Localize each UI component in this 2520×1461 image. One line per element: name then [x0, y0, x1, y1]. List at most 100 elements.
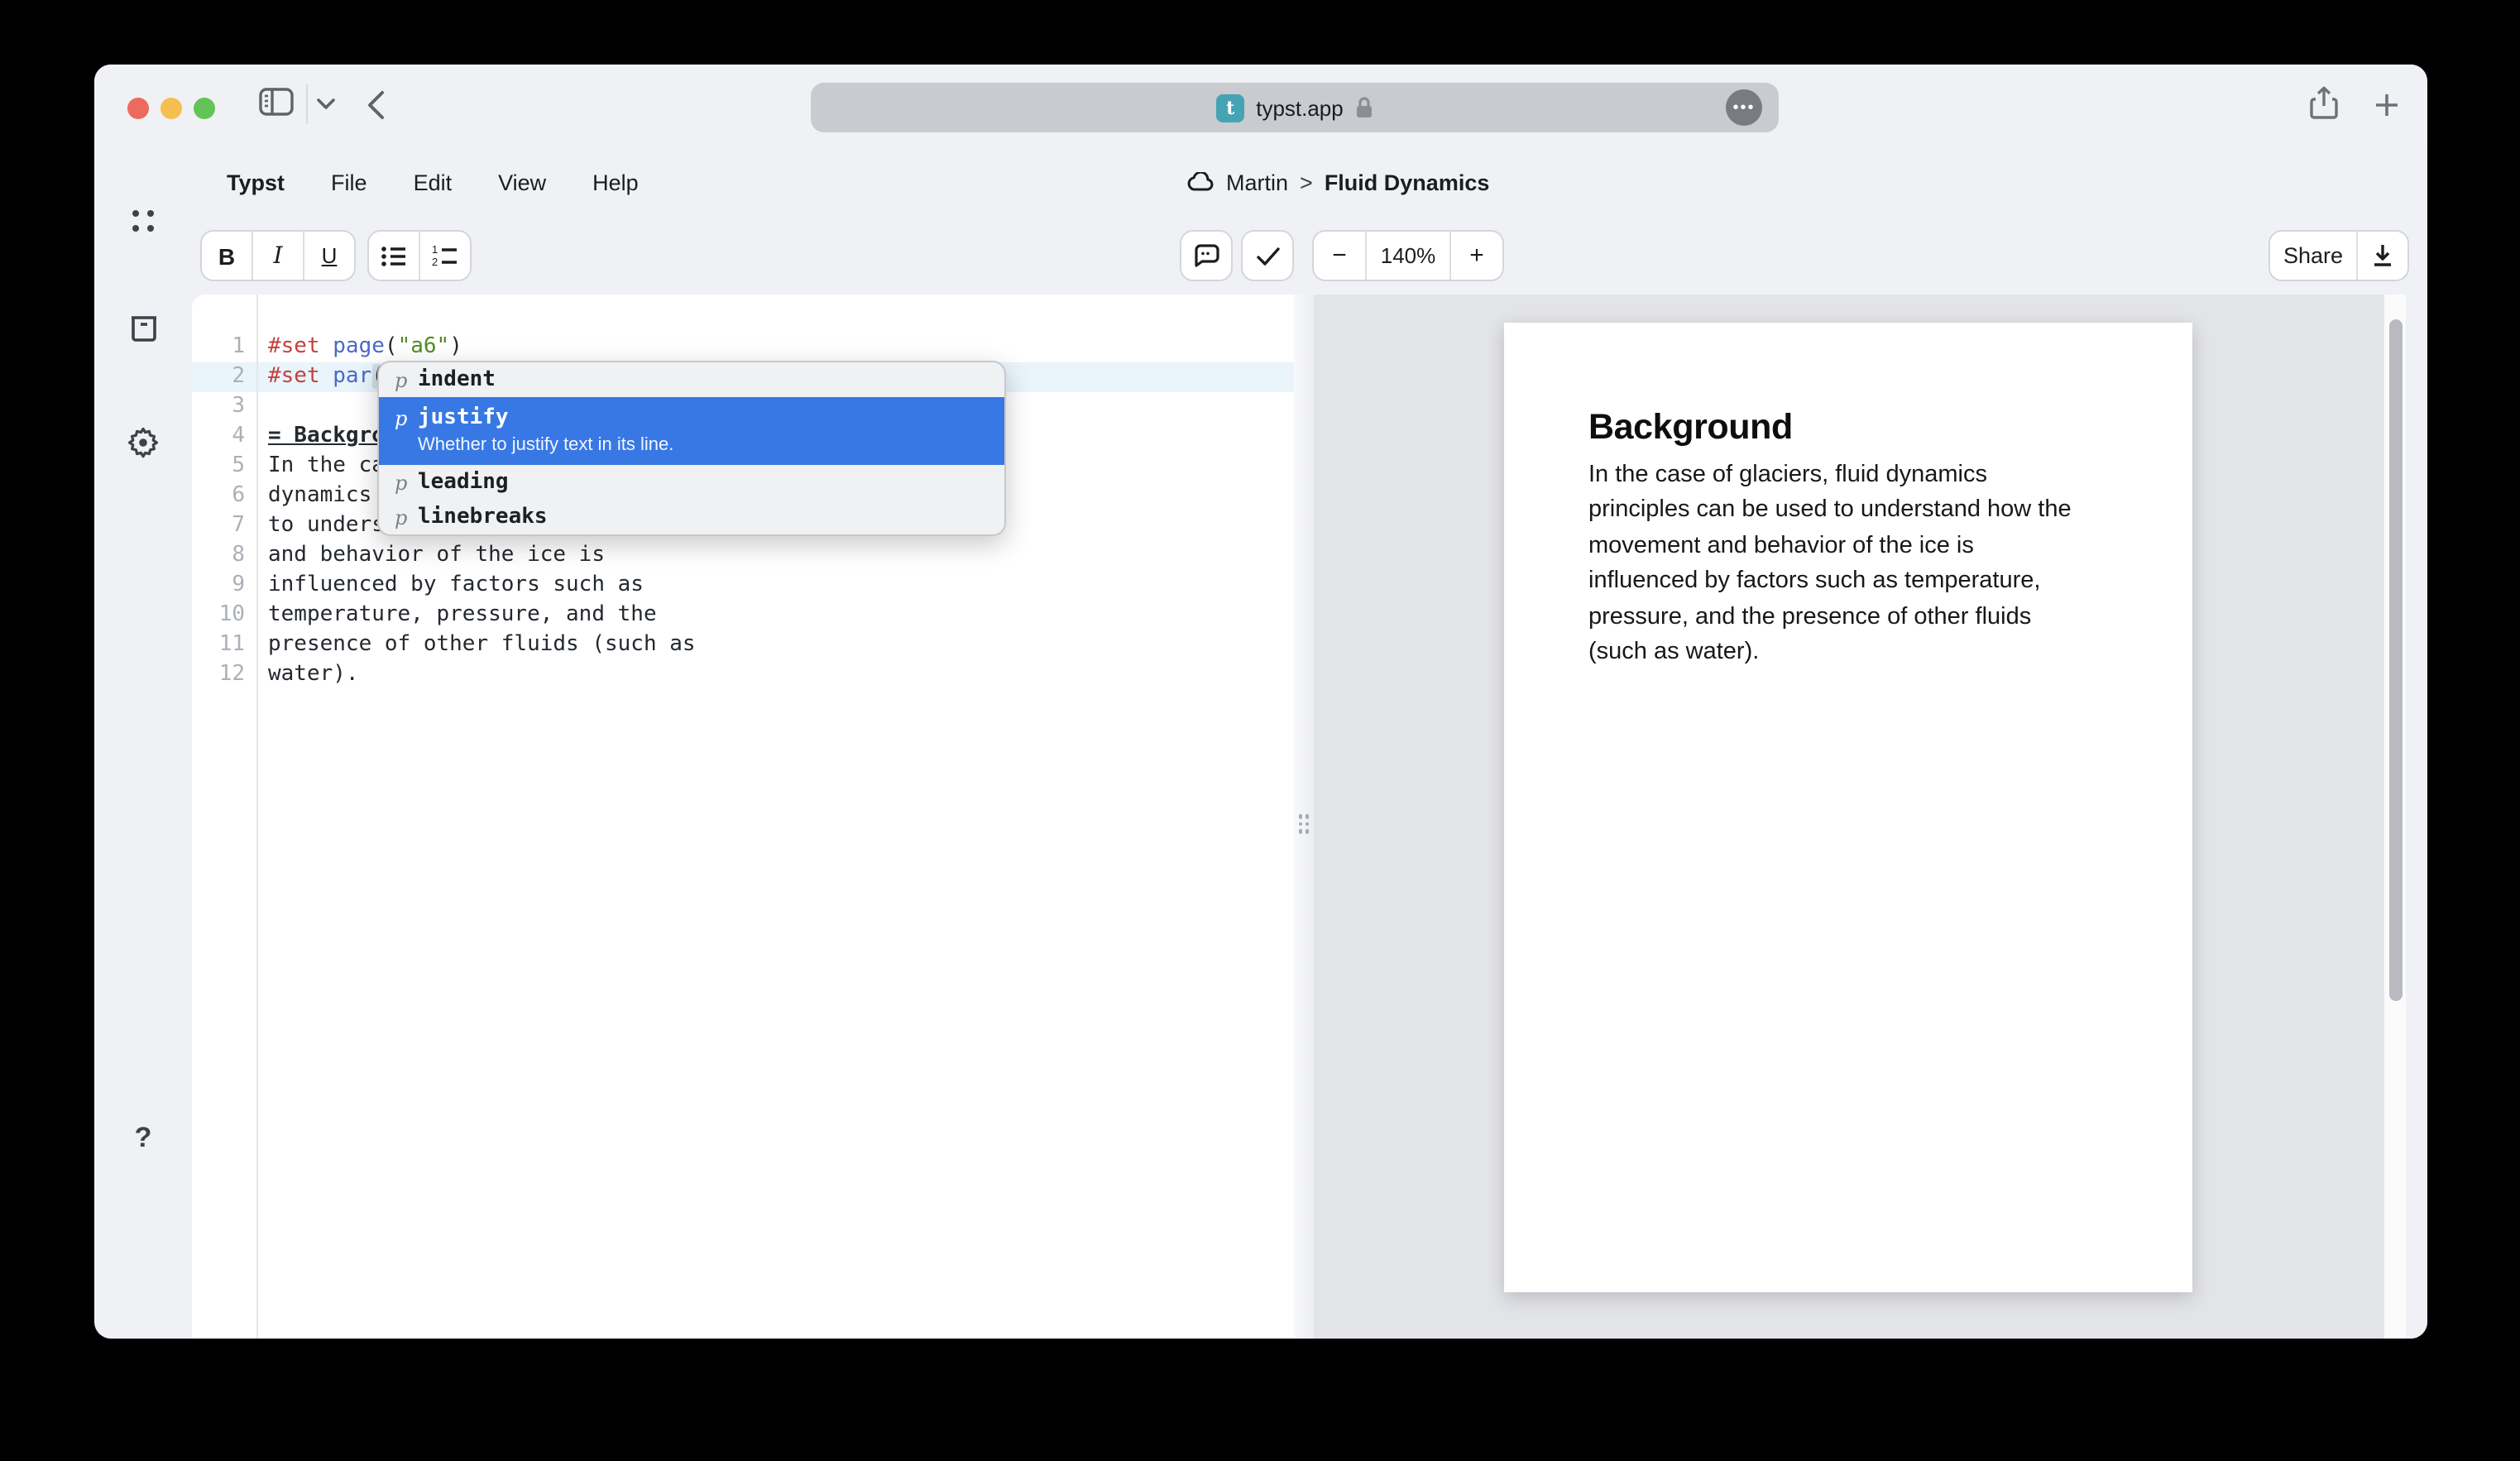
breadcrumb-document-title[interactable]: Fluid Dynamics: [1325, 170, 1490, 194]
format-button-group: B I U: [200, 230, 356, 281]
line-number: 8: [192, 541, 245, 571]
svg-text:1: 1: [432, 244, 438, 255]
settings-gear-icon[interactable]: [94, 427, 192, 458]
paragraph-line: (such as water).: [1588, 636, 2143, 672]
zoom-in-button[interactable]: +: [1451, 232, 1502, 280]
autocomplete-dropdown: pindentpjustifyWhether to justify text i…: [376, 360, 1005, 535]
lock-icon: [1355, 96, 1373, 119]
back-icon[interactable]: [366, 89, 386, 121]
code-segment: [320, 364, 333, 389]
preview-scrollbar-thumb[interactable]: [2388, 319, 2402, 1001]
titlebar-divider: [306, 84, 308, 124]
preview-scrollbar-track[interactable]: [2384, 295, 2406, 1339]
numbered-list-button[interactable]: 12: [420, 232, 470, 280]
download-icon: [2371, 243, 2394, 268]
share-button[interactable]: Share: [2270, 232, 2358, 280]
check-button-group: [1241, 230, 1294, 281]
comment-button-group: [1180, 230, 1233, 281]
zoom-out-button[interactable]: −: [1314, 232, 1367, 280]
bold-button[interactable]: B: [202, 232, 253, 280]
line-number: 12: [192, 660, 245, 690]
browser-window: t typst.app ••• Typst File Edit: [94, 65, 2427, 1339]
code-line[interactable]: #set page("a6"): [268, 333, 696, 362]
close-window-button[interactable]: [127, 97, 149, 118]
code-line[interactable]: influenced by factors such as: [268, 571, 696, 601]
list-button-group: 12: [367, 230, 472, 281]
sidebar-toggle-icon[interactable]: [258, 86, 295, 117]
paragraph-line: influenced by factors such as temperatur…: [1588, 565, 2143, 601]
line-number: 5: [192, 452, 245, 481]
parameter-icon: p: [395, 471, 418, 494]
autocomplete-item-linebreaks[interactable]: plinebreaks: [378, 499, 1004, 534]
line-number: 6: [192, 481, 245, 511]
left-sidebar: ? typst: [94, 295, 192, 1339]
code-segment: page: [333, 334, 385, 359]
code-segment: "a6": [398, 334, 450, 359]
code-segment: #set: [268, 364, 320, 389]
cloud-icon: [1186, 172, 1214, 192]
comment-button[interactable]: [1181, 232, 1231, 280]
address-bar[interactable]: t typst.app •••: [811, 83, 1779, 132]
breadcrumb-account[interactable]: Martin: [1226, 170, 1288, 194]
pane-divider[interactable]: [1293, 295, 1314, 1339]
code-segment: and behavior of the ice is: [268, 543, 605, 568]
code-line[interactable]: water).: [268, 660, 696, 690]
svg-text:2: 2: [432, 255, 438, 267]
autocomplete-item-indent[interactable]: pindent: [378, 362, 1004, 396]
code-line[interactable]: presence of other fluids (such as: [268, 630, 696, 660]
download-button[interactable]: [2358, 232, 2407, 280]
menu-edit[interactable]: Edit: [414, 170, 453, 194]
checkmark-icon: [1255, 246, 1280, 266]
paragraph-line: movement and behavior of the ice is: [1588, 529, 2143, 564]
underline-button[interactable]: U: [304, 232, 354, 280]
menu-view[interactable]: View: [498, 170, 546, 194]
dots-grid-icon[interactable]: [94, 207, 192, 235]
comment-icon: [1193, 243, 1219, 268]
line-number: 11: [192, 630, 245, 660]
drag-handle-icon[interactable]: [1297, 812, 1310, 836]
autocomplete-item-justify[interactable]: pjustify Whether to justify text in its l…: [378, 396, 1004, 464]
parameter-icon: p: [395, 406, 418, 429]
bullet-list-button[interactable]: [369, 232, 420, 280]
code-segment: presence of other fluids (such as: [268, 632, 696, 657]
menu-file[interactable]: File: [331, 170, 367, 194]
right-edge-strip: [2406, 295, 2427, 1339]
line-number: 2: [192, 362, 245, 392]
code-segment: (: [385, 334, 398, 359]
minimize-window-button[interactable]: [160, 97, 182, 118]
code-segment: par: [333, 364, 371, 389]
breadcrumb: Martin > Fluid Dynamics: [1186, 144, 1489, 220]
document-page: Background In the case of glaciers, flui…: [1504, 322, 2192, 1292]
zoom-window-button[interactable]: [194, 97, 215, 118]
zoom-level-value: 140%: [1367, 232, 1451, 280]
share-page-icon[interactable]: [2310, 86, 2338, 121]
line-number: 4: [192, 422, 245, 452]
new-tab-icon[interactable]: [2374, 93, 2399, 117]
italic-button[interactable]: I: [253, 232, 304, 280]
code-line[interactable]: and behavior of the ice is: [268, 541, 696, 571]
typst-favicon: t: [1216, 93, 1244, 122]
code-line[interactable]: temperature, pressure, and the: [268, 601, 696, 630]
help-icon[interactable]: ?: [94, 1122, 192, 1155]
parameter-icon: p: [395, 505, 418, 529]
line-number: 9: [192, 571, 245, 601]
numbered-list-icon: 12: [432, 244, 458, 267]
parameter-icon: p: [395, 368, 418, 391]
url-text: typst.app: [1256, 95, 1344, 120]
check-button[interactable]: [1243, 232, 1292, 280]
page-settings-icon[interactable]: •••: [1726, 89, 1762, 126]
chevron-down-icon[interactable]: [316, 98, 336, 111]
line-number: 7: [192, 511, 245, 541]
autocomplete-item-leading[interactable]: pleading: [378, 464, 1004, 499]
code-segment: ): [449, 334, 462, 359]
files-panel-icon[interactable]: [94, 314, 192, 342]
autocomplete-description: Whether to justify text in its line.: [418, 434, 673, 456]
line-number: 3: [192, 392, 245, 422]
menu-typst[interactable]: Typst: [227, 170, 285, 194]
menu-help[interactable]: Help: [592, 170, 639, 194]
bullet-list-icon: [381, 244, 407, 267]
app-menubar: Typst File Edit View Help: [227, 144, 639, 220]
autocomplete-label: justify: [418, 403, 673, 431]
code-segment: temperature, pressure, and the: [268, 602, 657, 627]
autocomplete-label: linebreaks: [418, 502, 548, 530]
